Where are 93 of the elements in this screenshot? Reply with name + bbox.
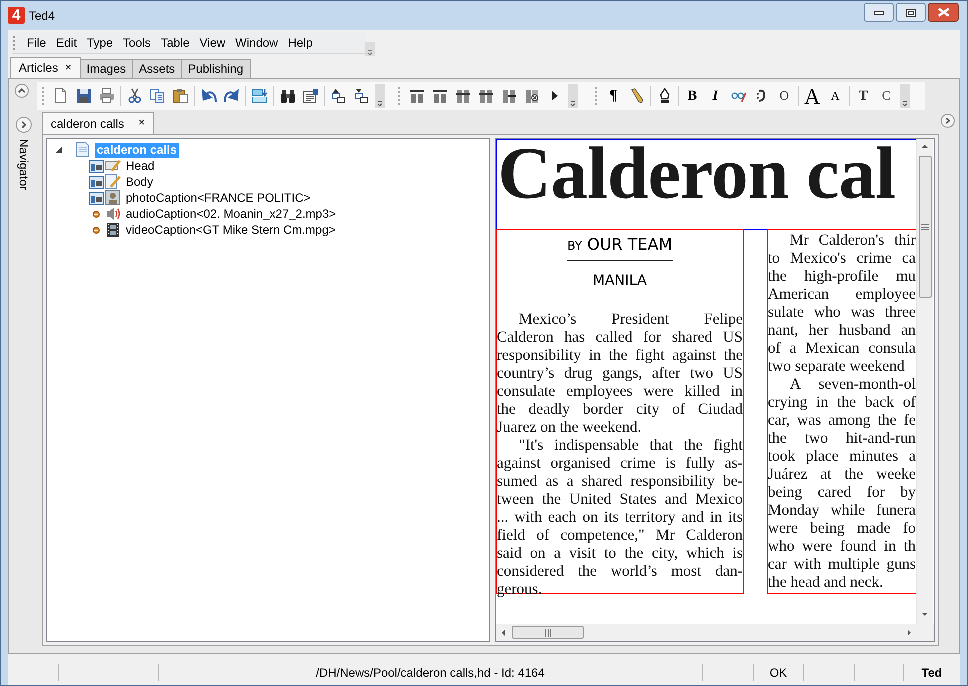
vertical-scrollbar[interactable] [916,139,933,624]
tree-item[interactable]: Head [126,158,155,174]
expand-right-icon[interactable] [16,117,32,133]
pencil-icon [105,158,121,174]
headline: Calderon cal [498,140,897,208]
tree-item[interactable]: audioCaption<02. Moanin_x27_2.mp3> [126,206,336,222]
cut-icon [126,88,142,104]
grip-lines-icon [544,628,552,636]
menu-item[interactable]: File [22,34,52,52]
move-up-icon [330,88,346,104]
grip-icon[interactable] [13,36,16,50]
format-button[interactable]: B [681,85,704,107]
tab[interactable]: Publishing [182,59,251,78]
minimize-icon [874,10,884,14]
tree-item[interactable]: Body [126,174,154,190]
byline-prefix: BY [567,238,582,255]
format-button[interactable]: ¶ [602,85,625,107]
paragraph: A seven-month-ol crying in the back of car, was among the fe the two hit-and-run took place minutes a Juárez at the weeke being cared for by Monday while funera were being made fo who were found in th car with multiple guns the head and neck. [768,376,916,592]
dateline: MANILA [593,272,647,291]
menu-item[interactable]: Tools [118,34,156,52]
format-button[interactable]: T [852,85,875,107]
status-text: OK [770,664,788,682]
table-row-icon [408,88,424,104]
menu-item[interactable]: Edit [51,34,82,52]
overflow-icon[interactable] [375,84,385,108]
layout-icon [89,174,104,190]
menu-item[interactable]: Type [82,34,118,52]
document-tab[interactable]: calderon calls × [42,112,154,134]
save-icon [76,88,92,104]
undo-icon [200,88,216,104]
format-button[interactable]: C [875,85,898,107]
format-button[interactable]: I [704,85,727,107]
pencil-icon [628,88,644,104]
paragraph: Mr Calderon's thir to Mexico's crime ca the high-profile mu American employee sulate who was three nant, her husband an of a Mexican consula two separate weekend [768,232,916,376]
overflow-icon[interactable] [900,84,910,108]
overflow-icon[interactable] [365,42,375,56]
grip-lines-icon [921,224,929,230]
tab[interactable]: Images [80,59,134,78]
image-icon [105,190,121,206]
film-icon [105,222,121,238]
print-icon [98,88,114,104]
expand-right-icon[interactable] [941,114,955,128]
menu-item[interactable]: Window [230,34,284,52]
menu-item[interactable]: Table [156,34,195,52]
status-dot-icon [93,210,100,218]
layout-icon [89,158,104,174]
tab-close-icon[interactable]: × [138,115,145,132]
restore-icon [906,8,916,16]
tree-item[interactable]: photoCaption<FRANCE POLITIC> [126,190,311,206]
window-title: Ted4 [29,8,56,24]
restore-button[interactable] [896,3,926,22]
import-icon [252,88,268,104]
format-button[interactable]: A [801,85,824,107]
expander-icon[interactable] [55,146,63,154]
pencil-icon [105,174,121,190]
scroll-thumb[interactable] [918,156,932,298]
document-icon [75,142,91,158]
table-split-icon [500,88,516,104]
status-path: /DH/News/Pool/calderon calls,hd - Id: 4164 [316,664,545,682]
table-column-icon [454,88,470,104]
navigator-tab[interactable]: Navigator [15,139,33,190]
byline: OUR TEAM [587,234,673,256]
table-column-icon [478,88,494,104]
redo-icon [224,88,240,104]
tab-close-icon[interactable]: × [65,60,72,76]
status-dot-icon [93,226,100,234]
close-icon [938,8,950,17]
format-button[interactable]: O [773,85,796,107]
table-row-icon [432,88,448,104]
layout-icon [89,190,104,206]
form-icon [302,88,318,104]
new-document-icon [52,88,68,104]
close-button[interactable] [928,3,959,22]
tab[interactable]: Articles × [10,57,81,78]
tab[interactable]: Assets [133,59,182,78]
format-button[interactable]: A [824,85,847,107]
speaker-icon [105,206,121,222]
menu-item[interactable]: View [194,34,231,52]
tree-item[interactable]: videoCaption<GT Mike Stern Cm.mpg> [126,222,336,238]
move-down-icon [354,88,370,104]
paragraph: Mexico’s President Felipe Calderon has called for shared US responsibility in the fight against the country’s drug gangs, after two US consulate employees were killed in the deadly border city of Ciudad Juarez on the weekend. [497,311,743,437]
table-delete-icon [524,88,540,104]
user-name: Ted [922,664,942,682]
copy-icon [150,88,166,104]
menu-item[interactable]: Help [283,34,318,52]
scroll-thumb[interactable] [512,626,584,639]
collapse-up-icon[interactable] [15,84,29,98]
horizontal-scrollbar[interactable] [496,624,934,641]
app-logo: 4 [8,7,25,24]
minimize-button[interactable] [864,3,894,22]
search-icon [280,88,296,104]
paste-icon [172,88,188,104]
overflow-icon[interactable] [568,84,578,108]
